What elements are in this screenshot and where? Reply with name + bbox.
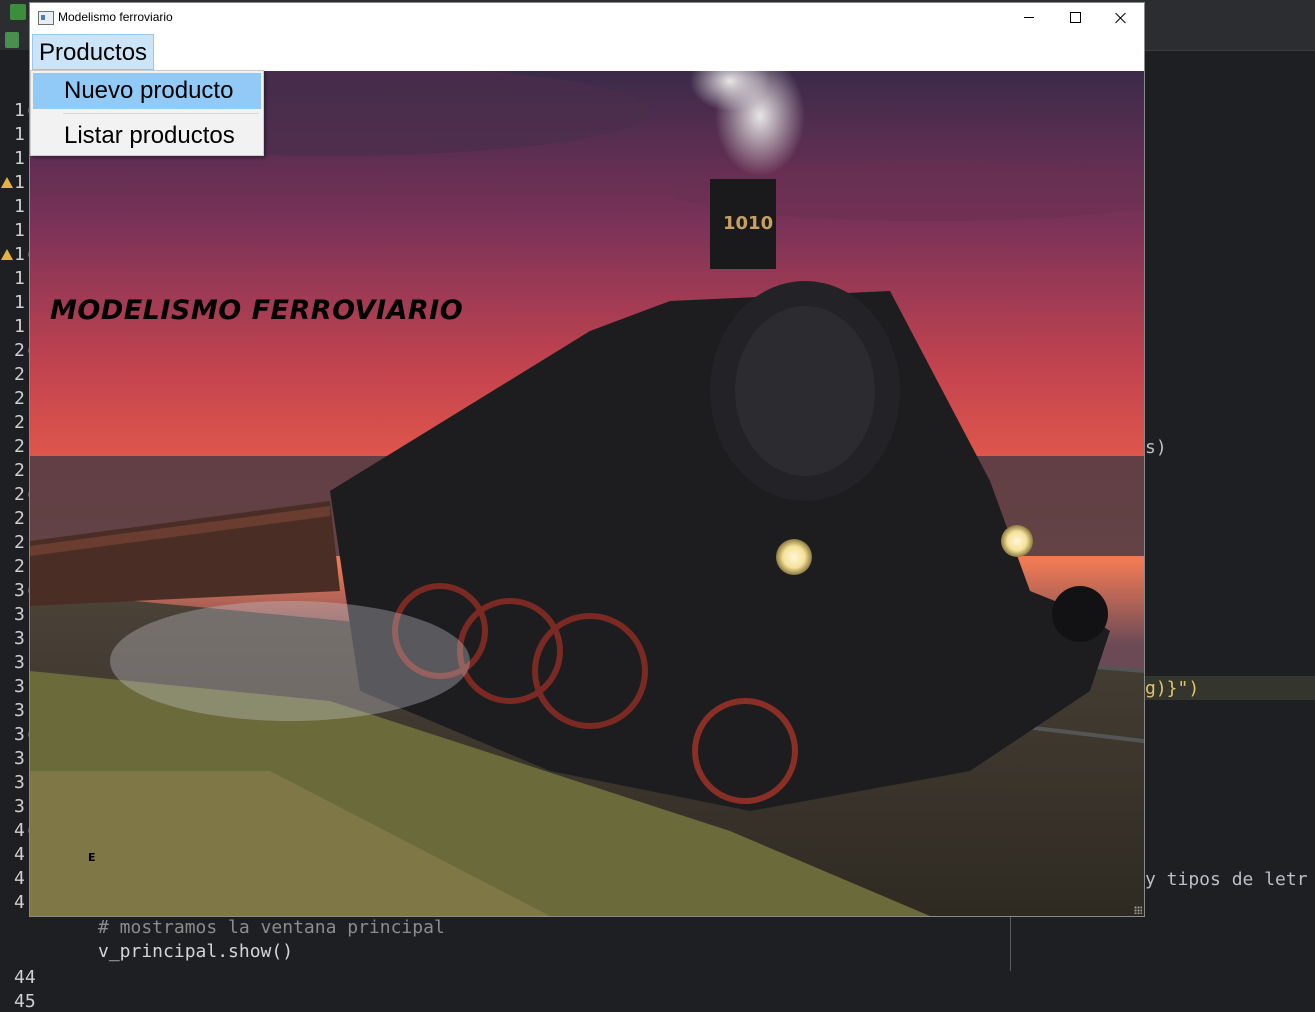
scene-title: MODELISMO FERROVIARIO	[50, 295, 464, 326]
menu-item-listar-productos[interactable]: Listar productos	[33, 118, 261, 154]
run-icon[interactable]	[10, 4, 26, 20]
code-comment[interactable]: # mostramos la ventana principal	[98, 917, 445, 938]
code-fragment[interactable]: s)	[1145, 437, 1167, 458]
locomotive-picture: 1010	[30, 71, 1144, 916]
app-window: Modelismo ferroviario Productos 1010 MOD…	[30, 3, 1144, 916]
warning-icon[interactable]	[1, 249, 13, 260]
menu-productos[interactable]: Productos	[32, 34, 155, 70]
file-tab-icon[interactable]	[5, 32, 19, 48]
locomotive-number: 1010	[723, 213, 773, 234]
menu-item-nuevo-producto[interactable]: Nuevo producto	[33, 73, 261, 109]
code-fragment[interactable]: y tipos de letr	[1145, 869, 1308, 890]
window-title: Modelismo ferroviario	[58, 10, 173, 24]
small-label: E	[88, 851, 96, 864]
close-button[interactable]	[1098, 3, 1144, 32]
resize-grip[interactable]	[1134, 906, 1142, 914]
code-line[interactable]: v_principal.show()	[98, 941, 293, 962]
line-number: 45	[14, 991, 36, 1012]
productos-dropdown: Nuevo producto Listar productos	[30, 70, 264, 156]
editor-guide-line	[1010, 915, 1011, 971]
close-icon	[1115, 12, 1127, 24]
minimize-button[interactable]	[1006, 3, 1052, 32]
background-image: 1010 MODELISMO FERROVIARIO E	[30, 71, 1144, 916]
code-fragment[interactable]: g)}")	[1145, 678, 1199, 699]
line-number: 44	[14, 967, 36, 988]
menu-bar: Productos	[30, 32, 1144, 71]
menu-separator	[63, 113, 259, 114]
warning-icon[interactable]	[1, 177, 13, 188]
maximize-button[interactable]	[1052, 3, 1098, 32]
minimize-icon	[1024, 17, 1034, 18]
window-app-icon	[38, 11, 54, 25]
maximize-icon	[1069, 12, 1081, 23]
title-bar[interactable]: Modelismo ferroviario	[30, 3, 1144, 32]
